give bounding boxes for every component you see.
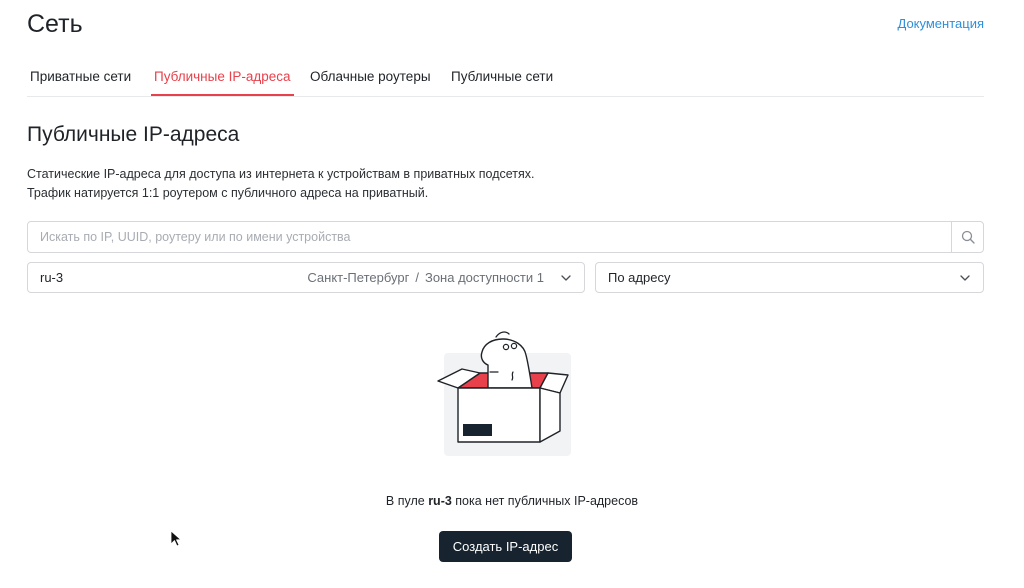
box-label [463,424,492,436]
region-select[interactable]: ru-3 Санкт-Петербург / Зона доступности 1 [27,262,585,293]
search-icon [961,230,975,244]
dino-mouth [511,371,514,381]
tab-private-networks[interactable]: Приватные сети [27,62,134,95]
sort-select[interactable]: По адресу [595,262,984,293]
tab-bar: Приватные сети Публичные IP-адреса Облач… [27,62,984,97]
create-ip-button[interactable]: Создать IP-адрес [439,531,572,562]
region-separator: / [415,270,419,285]
empty-msg-prefix: В пуле [385,494,429,508]
empty-msg-pool: ru-3 [428,494,452,508]
empty-box-illustration [437,331,571,456]
region-value: ru-3 [40,270,64,285]
mouse-cursor-icon [170,530,182,547]
page-title: Сеть [27,10,83,38]
section-description: Статические IP-адреса для доступа из инт… [27,165,535,203]
search-box [27,221,984,253]
chevron-down-icon [960,275,970,281]
description-line-2: Трафик натируется 1:1 роутером с публичн… [27,186,429,200]
search-button[interactable] [951,222,983,252]
empty-msg-suffix: пока нет публичных IP-адресов [451,494,639,508]
search-input[interactable] [28,222,938,252]
documentation-link[interactable]: Документация [898,16,985,31]
sort-value: По адресу [608,270,671,285]
dino-body [480,338,533,389]
empty-state-message: В пуле ru-3 пока нет публичных IP-адресо… [0,494,1024,508]
chevron-down-icon [561,275,571,281]
region-location: Санкт-Петербург / Зона доступности 1 [307,263,544,293]
description-line-1: Статические IP-адреса для доступа из инт… [27,167,535,181]
region-city: Санкт-Петербург [307,270,410,285]
tab-public-ip[interactable]: Публичные IP-адреса [151,62,294,96]
section-title: Публичные IP-адреса [27,123,240,146]
page-header: Сеть Документация [27,6,984,46]
tab-cloud-routers[interactable]: Облачные роутеры [307,62,434,95]
dino-brow [495,331,510,338]
region-zone: Зона доступности 1 [424,270,544,285]
tab-public-networks[interactable]: Публичные сети [448,62,556,95]
